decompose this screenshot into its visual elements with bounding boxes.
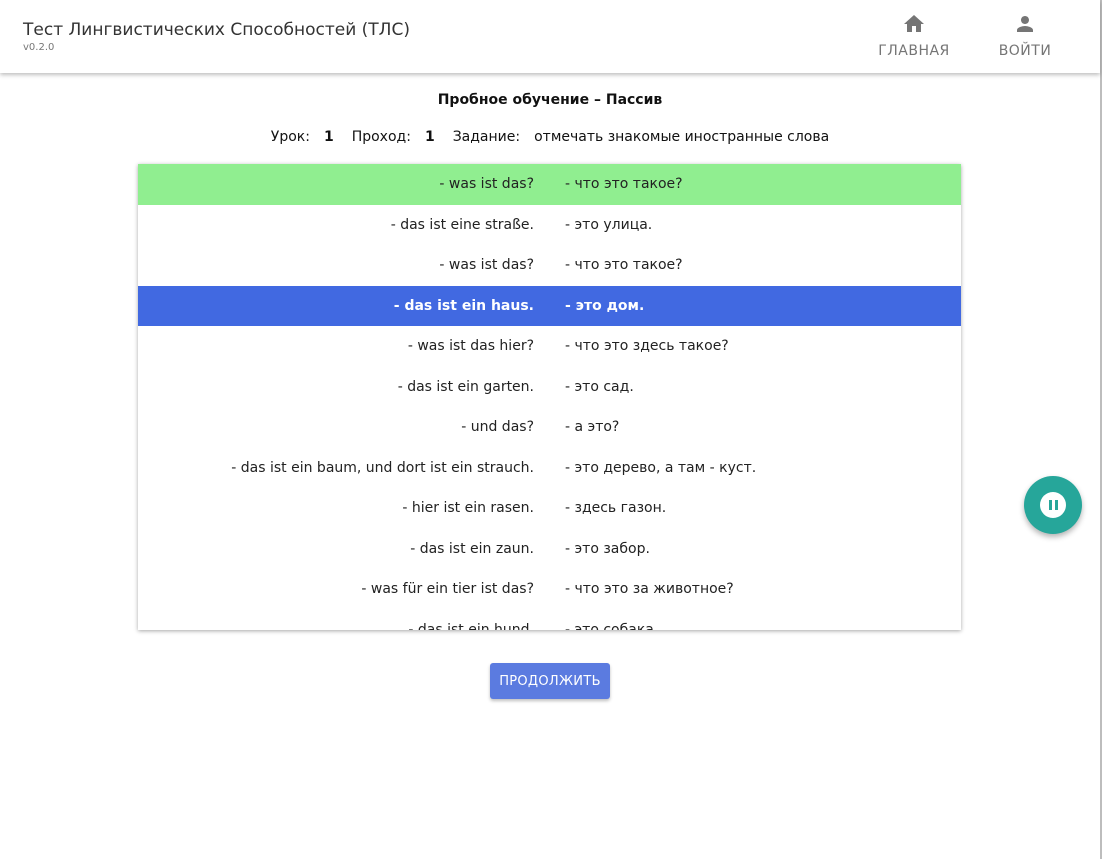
app-version: v0.2.0 [23, 42, 55, 53]
phrase-german: - das ist eine straße. [390, 216, 534, 233]
home-icon [904, 15, 924, 32]
phrase-german: - das ist ein hund. [408, 621, 534, 630]
pause-icon [1040, 492, 1066, 518]
phrase-russian: - это дерево, а там - куст. [565, 459, 757, 476]
phrase-russian: - это улица. [565, 216, 653, 233]
phrase-russian: - это дом. [565, 297, 645, 314]
phrase-german: - und das? [461, 419, 534, 436]
pass-label: Проход: [351, 129, 411, 145]
phrase-german: - was ist das? [439, 176, 534, 193]
app-bar: Тест Лингвистических Способностей (ТЛС) … [0, 0, 1100, 73]
phrase-german: - was ist das? [439, 257, 534, 274]
phrase-german: - hier ist ein rasen. [402, 500, 534, 517]
phrase-row[interactable]: - was ist das hier? - что это здесь такое… [138, 326, 961, 367]
nav-home-label: ГЛАВНАЯ [878, 43, 950, 59]
phrase-russian: - а это? [565, 419, 620, 436]
phrase-russian: - здесь газон. [565, 500, 667, 517]
phrase-row[interactable]: - was ist das? - что это такое? [138, 164, 961, 205]
task-label: Задание: [452, 129, 521, 145]
lesson-value: 1 [323, 129, 334, 145]
phrase-row[interactable]: - das ist ein baum, und dort ist ein str… [138, 448, 961, 489]
phrase-russian: - это сад. [565, 378, 634, 395]
phrase-row[interactable]: - was ist das? - что это такое? [138, 245, 961, 286]
task-value: отмечать знакомые иностранные слова [534, 129, 830, 145]
phrase-german: - was für ein tier ist das? [361, 581, 534, 598]
phrase-russian: - что это за животное? [565, 581, 734, 598]
phrase-row[interactable]: - was für ein tier ist das? - что это за … [138, 569, 961, 610]
lesson-title: Пробное обучение – Пассив [437, 92, 663, 108]
phrase-row[interactable]: - das ist ein haus. - это дом. [138, 285, 961, 326]
phrase-row[interactable]: - das ist eine straße. - это улица. [138, 205, 961, 246]
phrase-german: - was ist das hier? [407, 338, 534, 355]
app-title: Тест Лингвистических Способностей (ТЛС) [23, 20, 410, 40]
phrase-german: - das ist ein garten. [397, 378, 534, 395]
phrase-row[interactable]: - das ist ein hund. - это собака. [138, 610, 961, 630]
phrase-row[interactable]: - das ist ein zaun. - это забор. [138, 529, 961, 570]
phrase-list[interactable]: - was ist das? - что это такое? - das ist… [138, 164, 961, 630]
pass-value: 1 [424, 129, 435, 145]
phrase-german: - das ist ein baum, und dort ist ein str… [231, 459, 534, 476]
phrase-row[interactable]: - und das? - а это? [138, 407, 961, 448]
phrase-german: - das ist ein zaun. [410, 540, 534, 557]
phrase-russian: - что это такое? [565, 257, 683, 274]
phrase-russian: - это забор. [565, 540, 650, 557]
continue-button[interactable]: ПРОДОЛЖИТЬ [490, 663, 610, 699]
phrase-row[interactable]: - hier ist ein rasen. - здесь газон. [138, 488, 961, 529]
phrase-russian: - что это такое? [565, 176, 683, 193]
lesson-info: Урок: 1 Проход: 1 Задание: отмечать знакомые … [0, 129, 1100, 145]
phrase-russian: - что это здесь такое? [565, 338, 729, 355]
phrase-german: - das ist ein haus. [393, 297, 534, 314]
lesson-label: Урок: [270, 129, 310, 145]
pause-button[interactable] [1024, 476, 1082, 534]
phrase-russian: - это собака. [565, 621, 659, 630]
nav-home-button[interactable]: ГЛАВНАЯ [869, 12, 959, 64]
nav-login-button[interactable]: ВОЙТИ [980, 12, 1070, 64]
person-icon [1017, 16, 1033, 32]
nav-login-label: ВОЙТИ [998, 43, 1052, 59]
phrase-row[interactable]: - das ist ein garten. - это сад. [138, 367, 961, 408]
